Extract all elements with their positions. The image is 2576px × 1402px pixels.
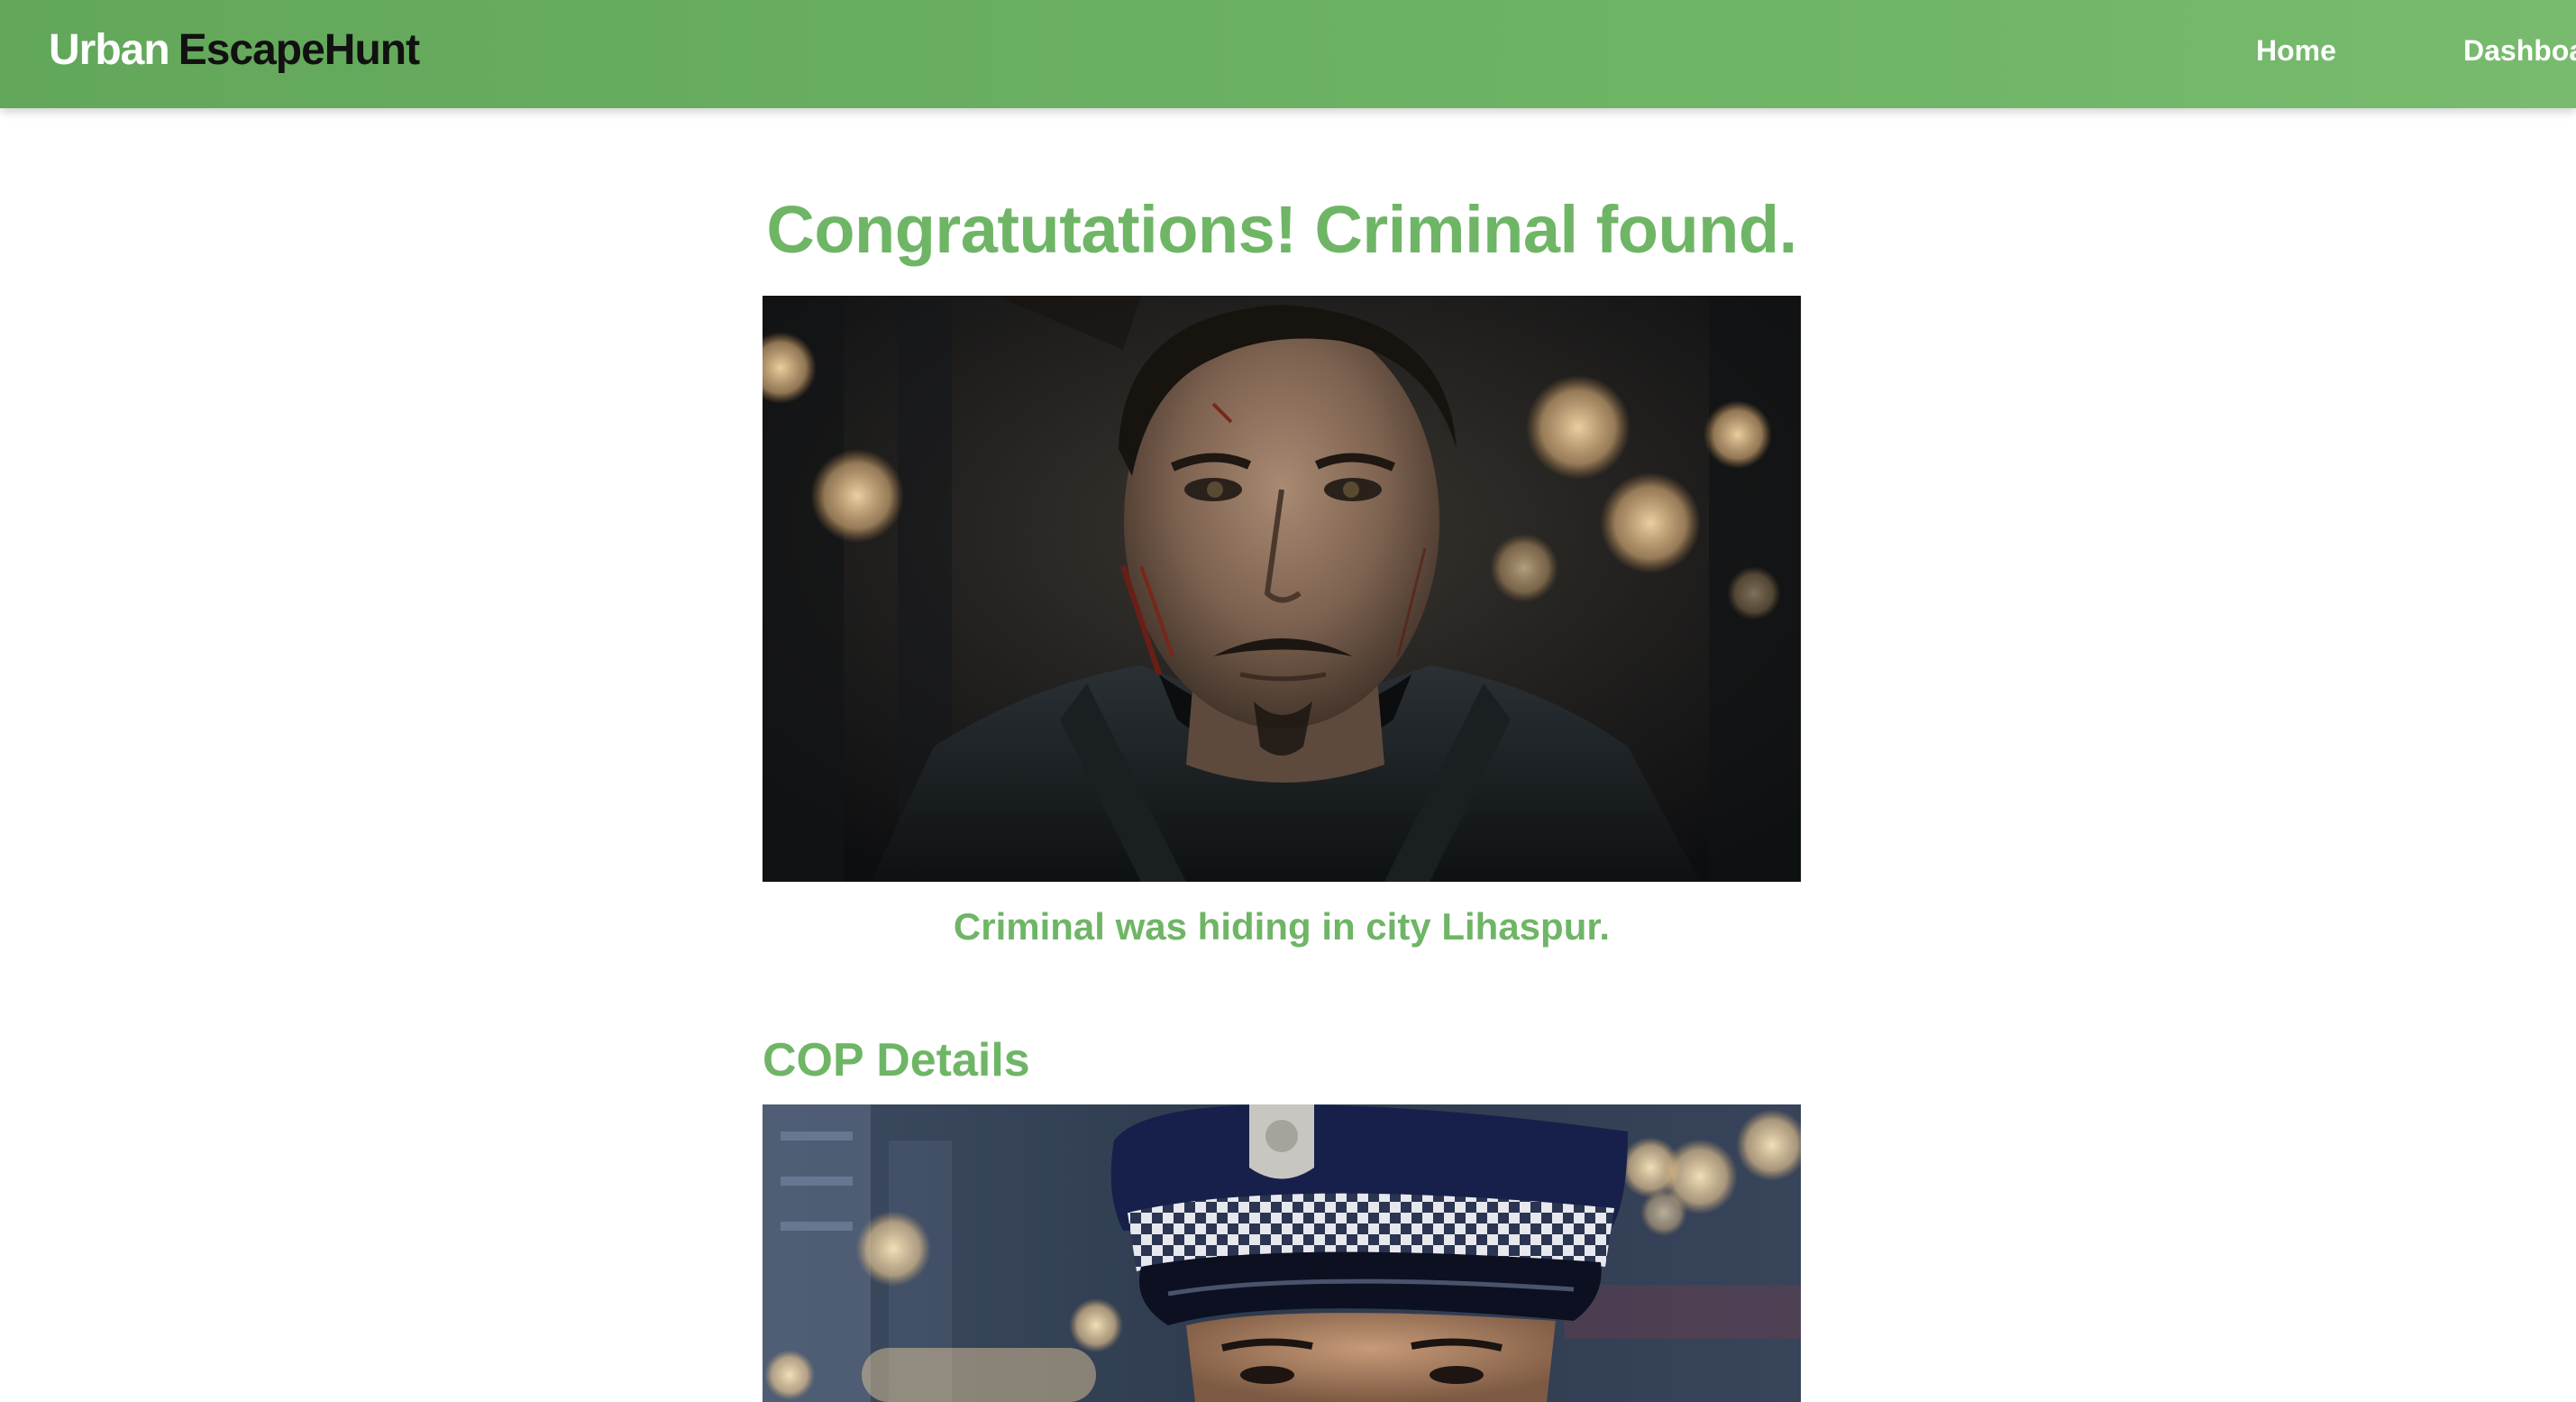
- brand-urban: Urban: [49, 26, 170, 74]
- result-title: Congratutations! Criminal found.: [766, 192, 1797, 267]
- nav-dashboard-link[interactable]: Dashboard: [2463, 31, 2576, 70]
- navbar: UrbanEscapeHunt Home Dashboard: [0, 0, 2576, 108]
- brand-logo[interactable]: Urban EscapeHunt: [49, 23, 420, 78]
- cop-image: [763, 1104, 1801, 1402]
- criminal-image: [763, 296, 1801, 882]
- brand-escapehunt: EscapeHunt: [178, 26, 420, 74]
- criminal-location-caption: Criminal was hiding in city Lihaspur.: [953, 905, 1611, 948]
- cop-portrait-illustration: [763, 1104, 1801, 1402]
- nav-home-link[interactable]: Home: [2256, 31, 2336, 70]
- criminal-portrait-illustration: [763, 296, 1801, 882]
- cop-details-heading: COP Details: [763, 1034, 1030, 1086]
